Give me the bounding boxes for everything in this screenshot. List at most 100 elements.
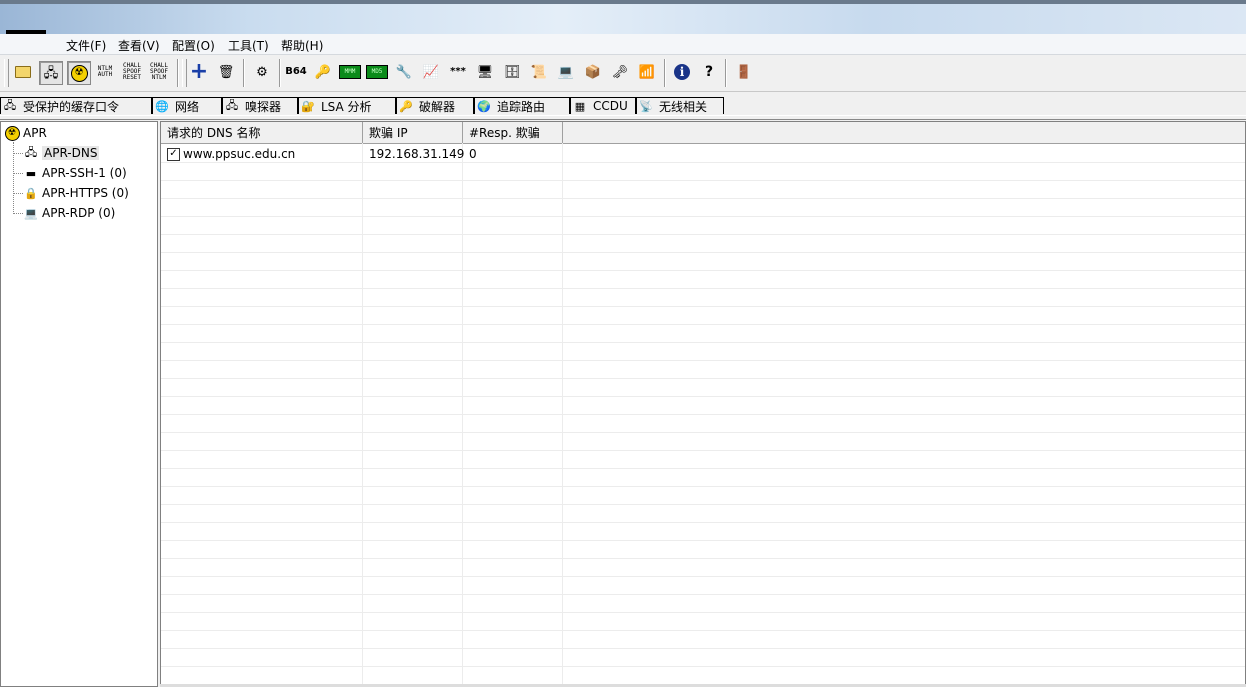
terminal-icon: ▬ [25, 166, 37, 180]
apr-toggle-button[interactable]: ☢ [67, 61, 91, 85]
info-icon: i [674, 64, 690, 80]
tab-wireless[interactable]: 📡 无线相关 [636, 97, 724, 114]
hash-icon: MMM [339, 65, 361, 79]
toolbar-separator [725, 59, 727, 87]
menu-view[interactable]: 查看(V) [118, 37, 160, 54]
key-icon: 🔑 [399, 99, 413, 113]
dns-name-text: www.ppsuc.edu.cn [183, 147, 296, 161]
key-icon: 🔑 [314, 64, 332, 80]
tree-node-label: APR [23, 126, 47, 140]
tab-lsa[interactable]: 🔐 LSA 分析 [298, 97, 396, 114]
recycle-bin-icon: 🗑 [217, 64, 235, 80]
table-row[interactable]: ✓ www.ppsuc.edu.cn 192.168.31.149 0 [161, 145, 1245, 163]
tree-node-apr-rdp[interactable]: 💻 APR-RDP (0) [23, 204, 115, 222]
toolbar-grip[interactable] [4, 59, 9, 87]
tab-traceroute[interactable]: 🌍 追踪路由 [474, 97, 570, 114]
cell-dns-name: ✓ www.ppsuc.edu.cn [161, 145, 295, 163]
md5-button[interactable]: MD5 [366, 61, 388, 83]
column-header-dns-name[interactable]: 请求的 DNS 名称 [161, 122, 363, 143]
dns-network-icon: 🖧 [24, 145, 38, 159]
tab-protected-storage[interactable]: 🖧 受保护的缓存口令 [0, 97, 152, 114]
hash-calc-button[interactable]: MMM [339, 61, 361, 83]
terminal-button[interactable]: 🖥 [474, 61, 496, 83]
menu-help[interactable]: 帮助(H) [281, 37, 323, 54]
toolbar-separator [177, 59, 179, 87]
open-folder-button[interactable] [12, 61, 34, 83]
table-row [161, 415, 1245, 433]
network-hosts-button[interactable]: 💻 [555, 61, 577, 83]
help-button[interactable]: ? [698, 61, 720, 83]
tree-node-apr[interactable]: ☢ APR [4, 124, 47, 142]
lock-icon: 🔒 [24, 186, 38, 200]
key-box-icon: 🗝 [611, 64, 629, 80]
about-button[interactable]: i [671, 61, 693, 83]
ntlm-auth-button[interactable]: NTLM AUTH [94, 61, 116, 83]
decoder-button[interactable]: ⚙ [251, 61, 273, 83]
sniffer-toggle-button[interactable]: 🖧 [39, 61, 63, 85]
exit-button[interactable]: 🚪 [733, 61, 755, 83]
tab-sniffer[interactable]: 🖧 嗅探器 [222, 97, 298, 114]
toolbar-separator [279, 59, 281, 87]
tree-connector [14, 173, 23, 174]
wireless-button[interactable]: 📶 [636, 61, 658, 83]
add-button[interactable]: + [188, 61, 210, 83]
cell-spoof-ip: 192.168.31.149 [369, 147, 465, 161]
menu-file[interactable]: 文件(F) [66, 37, 106, 54]
table-row [161, 271, 1245, 289]
apr-tree: ☢ APR 🖧 APR-DNS ▬ APR-SSH-1 (0) 🔒 APR-HT… [0, 121, 158, 687]
tab-ccdu[interactable]: ▦ CCDU [570, 97, 636, 114]
globe-icon: 🌐 [155, 99, 169, 113]
tree-node-label: APR-HTTPS (0) [42, 186, 129, 200]
table-row [161, 325, 1245, 343]
tree-node-apr-ssh[interactable]: ▬ APR-SSH-1 (0) [23, 164, 127, 182]
lsa-icon: 🔐 [301, 99, 315, 113]
table-row [161, 397, 1245, 415]
table-row [161, 523, 1245, 541]
graph-button[interactable]: 📈 [420, 61, 442, 83]
title-bar [0, 0, 1246, 34]
menu-tools[interactable]: 工具(T) [228, 37, 269, 54]
menu-config[interactable]: 配置(O) [172, 37, 215, 54]
tree-node-apr-dns[interactable]: 🖧 APR-DNS [23, 144, 100, 162]
password-reveal-button[interactable]: *** [447, 61, 469, 83]
toolbar-separator [243, 59, 245, 87]
database-button[interactable]: 🗄 [501, 61, 523, 83]
packets-button[interactable]: 📦 [582, 61, 604, 83]
table-row [161, 181, 1245, 199]
row-checkbox[interactable]: ✓ [167, 147, 180, 161]
table-row [161, 595, 1245, 613]
table-row [161, 559, 1245, 577]
certificate-button[interactable]: 📜 [528, 61, 550, 83]
table-row [161, 613, 1245, 631]
table-row [161, 487, 1245, 505]
gears-icon: ⚙ [256, 64, 268, 80]
monitor-icon: 🖥 [476, 64, 494, 80]
tab-strip: 🖧 受保护的缓存口令 🌐 网络 🖧 嗅探器 🔐 LSA 分析 🔑 破解器 🌍 追踪路由 ▦ C… [0, 97, 1246, 116]
tab-label: 破解器 [419, 99, 456, 114]
wrench-button[interactable]: 🔧 [393, 61, 415, 83]
cracker-key-button[interactable]: 🗝 [609, 61, 631, 83]
base64-button[interactable]: B64 [285, 61, 307, 83]
column-header-spoof-ip[interactable]: 欺骗 IP [363, 122, 463, 143]
chall-spoof-reset-icon: CHALL SPOOF RESET [122, 62, 142, 81]
tree-connector [14, 213, 23, 214]
cell-resp-count: 0 [469, 147, 477, 161]
tab-network[interactable]: 🌐 网络 [152, 97, 222, 114]
computers-icon: 💻 [557, 64, 575, 80]
dns-spoof-list: 请求的 DNS 名称 欺骗 IP #Resp. 欺骗 ✓ www.ppsuc.ed… [160, 121, 1246, 687]
menu-bar: 文件(F) 查看(V) 配置(O) 工具(T) 帮助(H) [0, 34, 1246, 55]
remove-button[interactable]: 🗑 [215, 61, 237, 83]
network-card-icon: 🖧 [225, 98, 239, 112]
chall-spoof-reset-button[interactable]: CHALL SPOOF RESET [121, 61, 143, 83]
tab-cracker[interactable]: 🔑 破解器 [396, 97, 474, 114]
column-header-resp[interactable]: #Resp. 欺骗 [463, 122, 563, 143]
key-tool-button[interactable]: 🔑 [312, 61, 334, 83]
toolbar: 🖧 ☢ NTLM AUTH CHALL SPOOF RESET CHALL SP… [0, 55, 1246, 92]
table-row [161, 577, 1245, 595]
tree-node-apr-https[interactable]: 🔒 APR-HTTPS (0) [23, 184, 129, 202]
tab-label: 追踪路由 [497, 99, 546, 114]
chall-spoof-ntlm-button[interactable]: CHALL SPOOF NTLM [148, 61, 170, 83]
antenna-icon: 📡 [639, 99, 653, 113]
table-row [161, 649, 1245, 667]
toolbar-grip-2[interactable] [182, 59, 187, 87]
